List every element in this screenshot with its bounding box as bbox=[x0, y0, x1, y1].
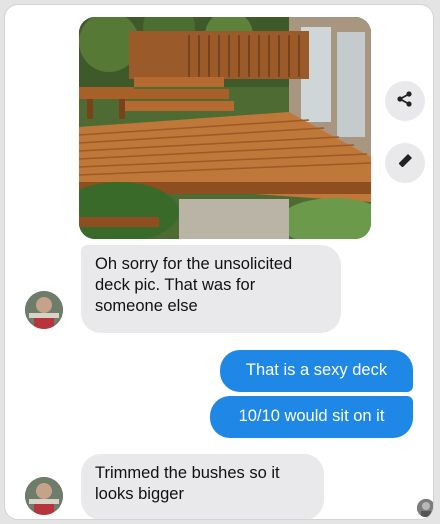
chat-screen: Oh sorry for the unsolicited deck pic. T… bbox=[4, 4, 434, 520]
share-button[interactable] bbox=[385, 81, 425, 121]
share-icon bbox=[396, 90, 414, 113]
message-bubble-received[interactable]: Oh sorry for the unsolicited deck pic. T… bbox=[81, 245, 341, 333]
contact-avatar[interactable] bbox=[25, 291, 63, 329]
message-bubble-sent[interactable]: That is a sexy deck bbox=[220, 350, 413, 392]
deck-photo[interactable] bbox=[79, 17, 371, 239]
edit-button[interactable] bbox=[385, 143, 425, 183]
read-receipt-avatar bbox=[417, 499, 433, 517]
message-bubble-received[interactable]: Trimmed the bushes so it looks bigger bbox=[81, 454, 324, 519]
contact-avatar[interactable] bbox=[25, 477, 63, 515]
message-bubble-sent[interactable]: 10/10 would sit on it bbox=[210, 396, 413, 438]
pencil-icon bbox=[396, 152, 414, 175]
